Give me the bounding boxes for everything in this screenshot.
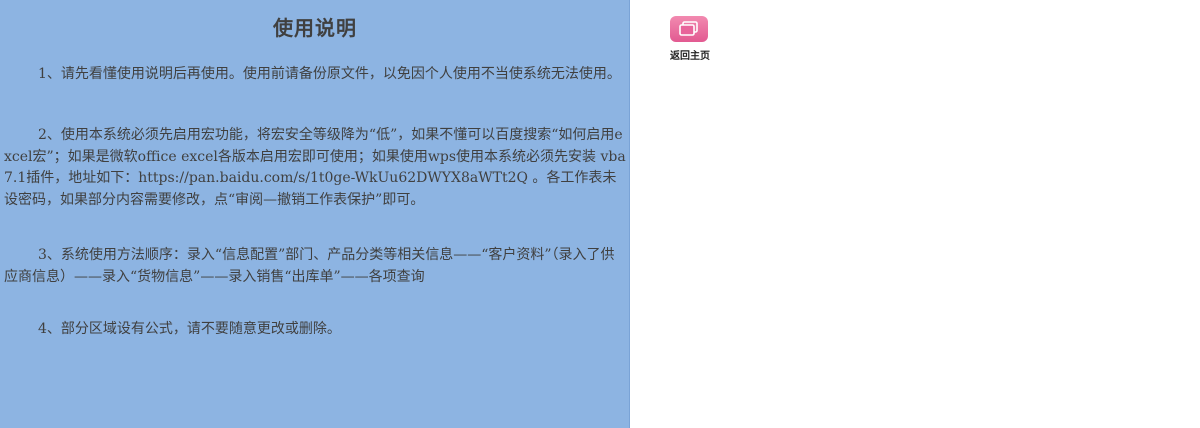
instruction-item-2: 2、使用本系统必须先启用宏功能，将宏安全等级降为“低”，如果不懂可以百度搜索“如… [4, 127, 626, 208]
instruction-item-4: 4、部分区域设有公式，请不要随意更改或删除。 [38, 321, 341, 337]
window-stack-icon [670, 16, 708, 42]
return-home-button[interactable]: 返回主页 [666, 16, 714, 62]
instruction-item-3: 3、系统使用方法顺序：录入“信息配置”部门、产品分类等相关信息——“客户资料”（… [4, 247, 615, 285]
panel-title: 使用说明 [273, 16, 357, 40]
sheet-canvas: 使用说明 1、请先看懂使用说明后再使用。使用前请备份原文件，以免因个人使用不当使… [0, 0, 1200, 428]
instruction-item-1: 1、请先看懂使用说明后再使用。使用前请备份原文件，以免因个人使用不当使系统无法使… [38, 66, 621, 82]
return-home-label: 返回主页 [670, 51, 710, 62]
instructions-panel: 使用说明 1、请先看懂使用说明后再使用。使用前请备份原文件，以免因个人使用不当使… [0, 0, 630, 428]
